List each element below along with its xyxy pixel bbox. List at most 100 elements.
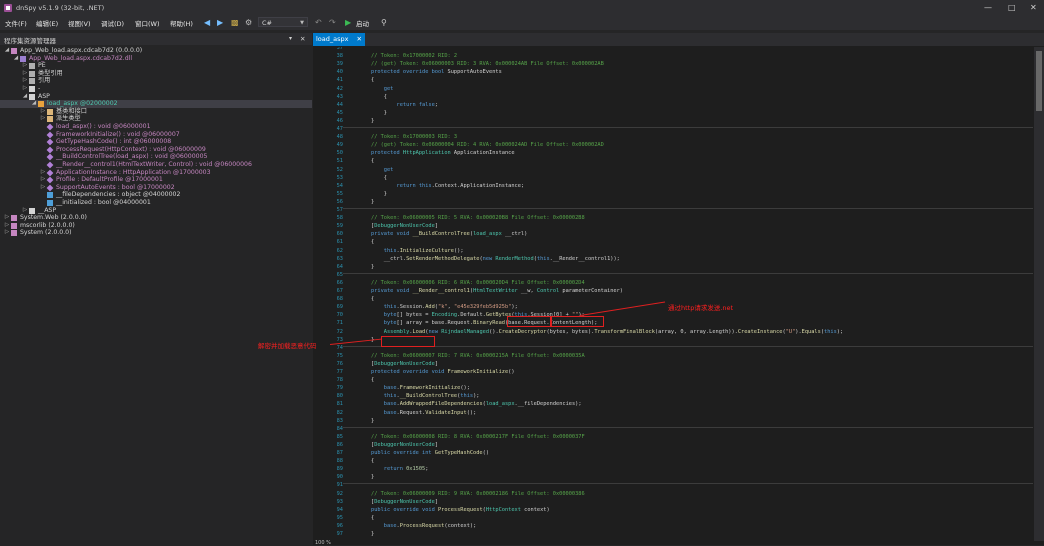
back-icon[interactable]: ◀ [204, 17, 210, 28]
language-select[interactable]: C# ▼ [258, 17, 308, 27]
open-icon[interactable]: ▩ [231, 17, 239, 28]
line-number: 79 [336, 385, 343, 392]
code-token: // (get) Token: 0x06000003 RID: 3 RVA: 0… [371, 61, 604, 68]
menu-edit[interactable]: 编辑(E) [36, 18, 58, 28]
close-icon[interactable]: ✕ [357, 33, 362, 46]
code-token: } [371, 190, 387, 197]
tree-node[interactable]: ▷ Profile : DefaultProfile @17000001 [0, 176, 312, 184]
tree-node[interactable]: ▷ __ASP [0, 207, 312, 215]
forward-icon[interactable]: ▶ [217, 17, 223, 28]
collapsed-arrow-icon[interactable]: ▷ [40, 169, 46, 177]
menu-file[interactable]: 文件(F) [5, 18, 27, 28]
tab-load-aspx[interactable]: load_aspx ✕ [313, 33, 365, 46]
line-number: 56 [336, 198, 343, 205]
tree-node[interactable]: ▷ PE [0, 62, 312, 70]
tree-node[interactable]: ◢ App_Web_load.aspx.cdcab7d2.dll [0, 55, 312, 63]
undo-icon[interactable]: ↶ [315, 17, 322, 28]
class-icon [38, 101, 44, 108]
tree-node[interactable]: ▷ 基类和接口 [0, 108, 312, 116]
tree-node[interactable]: ▷ System.Web (2.0.0.0) [0, 214, 312, 222]
tree-node[interactable]: ▷ 引用 [0, 77, 312, 85]
line-number: 84 [336, 425, 343, 432]
code-line: { [371, 77, 374, 83]
collapsed-arrow-icon[interactable]: ▷ [40, 176, 46, 184]
tree-node[interactable]: GetTypeHashCode() : int @06000008 [0, 138, 312, 146]
tree-node[interactable]: __fileDependencies : object @04000002 [0, 191, 312, 199]
menu-debug[interactable]: 调试(D) [101, 18, 124, 28]
property-icon [46, 169, 54, 176]
close-icon[interactable]: ✕ [300, 35, 305, 43]
vertical-scrollbar[interactable] [1034, 47, 1044, 541]
collapsed-arrow-icon[interactable]: ▷ [4, 214, 10, 222]
code-token: load_aspx [485, 401, 515, 408]
line-number: 69 [336, 304, 343, 311]
code-token: ); [473, 393, 480, 400]
code-line: } [371, 264, 374, 270]
code-token: Encoding [431, 312, 458, 319]
pin-icon[interactable]: ▾ [289, 35, 292, 42]
assembly-icon [11, 230, 17, 237]
line-number: 74 [336, 344, 343, 351]
line-number: 89 [336, 466, 343, 473]
redo-icon[interactable]: ↷ [329, 17, 336, 28]
collapsed-arrow-icon[interactable]: ▷ [40, 115, 46, 123]
collapsed-arrow-icon[interactable]: ▷ [22, 77, 28, 85]
tree-node[interactable]: ◢ load_aspx @02000002 [0, 100, 312, 108]
code-token: // Token: 0x17000002 RID: 2 [371, 53, 458, 60]
assembly-explorer-header: 程序集资源管理器 ▾ ✕ [0, 33, 312, 45]
tree-node-label: __initialized : bool @04000001 [56, 199, 151, 206]
collapsed-arrow-icon[interactable]: ▷ [4, 229, 10, 237]
tree-node[interactable]: ▷ - [0, 85, 312, 93]
tree-node-label: PE [38, 62, 46, 70]
tree-node[interactable]: ▷ System (2.0.0.0) [0, 229, 312, 237]
code-token: __ctrl) [501, 231, 528, 238]
menu-window[interactable]: 窗口(W) [135, 18, 160, 28]
annotation-decrypt-note: 解密并加载恶意代码 [258, 342, 317, 350]
method-icon [46, 153, 54, 161]
expanded-arrow-icon[interactable]: ◢ [13, 55, 19, 63]
minimize-icon[interactable]: — [984, 3, 992, 12]
tree-node[interactable]: __BuildControlTree(load_aspx) : void @06… [0, 153, 312, 161]
zoom-level[interactable]: 100 % [315, 540, 331, 546]
assembly-load-highlight [381, 336, 435, 347]
menu-view[interactable]: 视图(V) [68, 18, 91, 28]
expanded-arrow-icon[interactable]: ◢ [4, 47, 10, 55]
collapsed-arrow-icon[interactable]: ▷ [22, 85, 28, 93]
collapsed-arrow-icon[interactable]: ▷ [40, 108, 46, 116]
code-token: __BuildControlTree [399, 393, 458, 400]
tree-node[interactable]: __Render__control1(HtmlTextWriter, Contr… [0, 161, 312, 169]
tree-node[interactable]: ▷ mscorlib (2.0.0.0) [0, 222, 312, 230]
menu-help[interactable]: 帮助(H) [170, 18, 193, 28]
code-line: } [371, 191, 387, 197]
code-line: base.AddWrappedFileDependencies(load_asp… [371, 401, 582, 407]
code-line: } [371, 418, 374, 424]
expanded-arrow-icon[interactable]: ◢ [31, 100, 37, 108]
scrollbar-thumb[interactable] [1036, 51, 1042, 111]
line-number: 55 [336, 190, 343, 197]
maximize-icon[interactable]: □ [1008, 3, 1016, 12]
search-icon[interactable]: ⚲ [381, 17, 387, 28]
code-line: protected HttpApplication ApplicationIns… [371, 150, 515, 156]
code-line: { [371, 94, 387, 100]
code-token: ] [434, 223, 438, 230]
tree-node[interactable]: ▷ 派生类型 [0, 115, 312, 123]
code-token: // Token: 0x06000005 RID: 5 RVA: 0x00002… [371, 215, 585, 222]
collapsed-arrow-icon[interactable]: ▷ [22, 207, 28, 215]
tree-node[interactable]: load_aspx() : void @06000001 [0, 123, 312, 131]
code-line: } [371, 199, 374, 205]
line-number: 45 [336, 109, 343, 116]
collapsed-arrow-icon[interactable]: ▷ [4, 222, 10, 230]
play-icon[interactable]: ▶ [345, 17, 351, 28]
tree-node[interactable]: __initialized : bool @04000001 [0, 199, 312, 207]
collapsed-arrow-icon[interactable]: ▷ [40, 184, 46, 192]
collapsed-arrow-icon[interactable]: ▷ [22, 62, 28, 70]
start-button[interactable]: 启动 [356, 18, 369, 28]
expanded-arrow-icon[interactable]: ◢ [22, 93, 28, 101]
tree-node[interactable]: ◢ App_Web_load.aspx.cdcab7d2 (0.0.0.0) [0, 47, 312, 55]
settings-icon[interactable]: ⚙ [245, 17, 252, 28]
code-line: { [371, 158, 374, 164]
collapsed-arrow-icon[interactable]: ▷ [22, 70, 28, 78]
code-view[interactable]: 37 38 // Token: 0x17000002 RID: 2 39 // (get… [313, 47, 1033, 541]
line-number: 96 [336, 522, 343, 529]
close-icon[interactable]: ✕ [1030, 3, 1037, 12]
